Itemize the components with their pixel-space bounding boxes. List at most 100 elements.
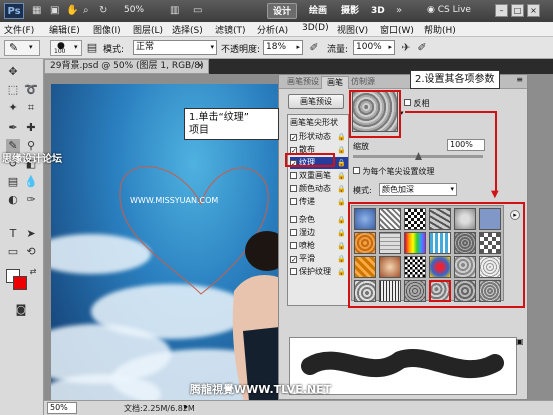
arrange-documents-icon[interactable]: ▥ (170, 4, 179, 18)
minibridge-icon[interactable]: ▣ (50, 4, 59, 18)
swap-colors-icon[interactable]: ⇄ (26, 265, 40, 279)
zoom-tool-icon[interactable]: ⌕ (83, 4, 89, 18)
mode-select[interactable]: 正常 ▾ (133, 40, 217, 55)
panel-menu-icon[interactable]: ≡ (516, 75, 523, 84)
hand-tool-icon[interactable]: ✋ (66, 4, 78, 18)
crop-tool-icon[interactable]: ⌗ (24, 101, 38, 115)
type-tool-icon[interactable]: T (6, 227, 20, 241)
workspace-3d[interactable]: 3D (366, 3, 390, 19)
brush-preset-picker[interactable]: ● 100 ▾ (50, 40, 82, 56)
pressure-size-icon[interactable]: ✐ (414, 40, 430, 56)
list-item[interactable]: ✓ 形状动态 🔒 (290, 131, 348, 143)
scale-slider-knob[interactable] (415, 152, 422, 160)
more-workspaces-icon[interactable]: » (396, 4, 402, 18)
airbrush-icon[interactable]: ✈ (398, 40, 414, 56)
lock-icon[interactable]: 🔒 (337, 214, 346, 226)
maximize-button[interactable]: □ (511, 4, 524, 17)
tab-brush[interactable]: 画笔 (321, 76, 349, 89)
list-item[interactable]: 保护纹理 🔒 (290, 266, 348, 278)
pressure-opacity-icon[interactable]: ✐ (306, 40, 322, 56)
list-item[interactable]: 喷枪 🔒 (290, 240, 348, 252)
cs-live-button[interactable]: ◉ CS Live (427, 5, 471, 15)
scale-field[interactable]: 100% (447, 139, 485, 151)
path-select-tool-icon[interactable]: ➤ (24, 227, 38, 241)
lock-icon[interactable]: 🔒 (337, 227, 346, 239)
quick-mask-icon[interactable]: ◙ (14, 303, 28, 317)
background-color-swatch[interactable] (13, 276, 27, 290)
bridge-icon[interactable]: ▦ (32, 4, 41, 18)
texture-each-tip-option[interactable]: 为每个笔尖设置纹理 (353, 166, 435, 177)
lock-icon[interactable]: 🔒 (337, 170, 346, 182)
checkbox[interactable] (290, 172, 297, 179)
list-item[interactable]: 传递 🔒 (290, 196, 348, 208)
menu-window[interactable]: 窗口(W) (380, 23, 414, 36)
list-item[interactable]: 双重画笔 🔒 (290, 170, 348, 182)
tool-preset-picker[interactable]: ✎ ▾ (4, 40, 40, 56)
invert-option[interactable]: 反相 (404, 98, 430, 109)
menu-view[interactable]: 视图(V) (337, 23, 368, 36)
list-item[interactable]: 颜色动态 🔒 (290, 183, 348, 195)
close-icon[interactable]: × (196, 60, 204, 73)
checkbox[interactable] (290, 242, 297, 249)
list-item[interactable]: 湿边 🔒 (290, 227, 348, 239)
shape-tool-icon[interactable]: ▭ (6, 245, 20, 259)
blur-tool-icon[interactable]: 💧 (24, 175, 38, 189)
menu-edit[interactable]: 编辑(E) (49, 23, 80, 36)
gradient-tool-icon[interactable]: ▤ (6, 175, 20, 189)
scale-slider[interactable] (353, 152, 483, 160)
new-brush-icon[interactable]: ▣ (516, 337, 524, 346)
rotate-view-icon[interactable]: ↻ (99, 4, 107, 18)
lock-icon[interactable]: 🔒 (337, 157, 346, 169)
pen-tool-icon[interactable]: ✑ (24, 193, 38, 207)
each-tip-checkbox[interactable] (353, 167, 360, 174)
invert-checkbox[interactable] (404, 99, 411, 106)
close-button[interactable]: × (527, 4, 540, 17)
menu-select[interactable]: 选择(S) (172, 23, 203, 36)
menu-file[interactable]: 文件(F) (4, 23, 34, 36)
checkbox[interactable]: ✓ (290, 256, 297, 264)
dodge-tool-icon[interactable]: ◐ (6, 193, 20, 207)
menu-3d[interactable]: 3D(D) (302, 23, 329, 33)
zoom-level[interactable]: 50% (124, 5, 144, 15)
list-item[interactable]: 杂色 🔒 (290, 214, 348, 226)
checkbox[interactable]: ✓ (290, 134, 297, 142)
workspace-painting[interactable]: 绘画 (304, 3, 332, 19)
menu-filter[interactable]: 滤镜(T) (215, 23, 246, 36)
checkbox[interactable] (290, 229, 297, 236)
eyedropper-tool-icon[interactable]: ✒ (6, 121, 20, 135)
healing-tool-icon[interactable]: ✚ (24, 121, 38, 135)
flow-field[interactable]: 100% ▸ (353, 40, 395, 55)
brush-presets-button[interactable]: 画笔预设 (288, 94, 344, 109)
texture-mode-select[interactable]: 颜色加深 ▾ (379, 183, 457, 196)
tab-brush-presets[interactable]: 画笔预设 (282, 76, 324, 89)
checkbox[interactable] (290, 216, 297, 223)
checkbox[interactable] (290, 198, 297, 205)
lock-icon[interactable]: 🔒 (337, 131, 346, 143)
menu-help[interactable]: 帮助(H) (424, 23, 456, 36)
tab-clone-source[interactable]: 仿制源 (346, 76, 380, 89)
menu-analysis[interactable]: 分析(A) (257, 23, 288, 36)
menu-image[interactable]: 图像(I) (93, 23, 121, 36)
quick-select-tool-icon[interactable]: ✦ (6, 101, 20, 115)
chevron-right-icon[interactable]: ▸ (184, 402, 188, 411)
menu-layer[interactable]: 图层(L) (133, 23, 163, 36)
checkbox[interactable] (290, 268, 297, 275)
toggle-brush-panel-icon[interactable]: ▤ (84, 40, 100, 56)
screen-mode-icon[interactable]: ▭ (193, 4, 202, 18)
brush-tip-shape-item[interactable]: 画笔笔尖形状 (290, 117, 348, 129)
lock-icon[interactable]: 🔒 (337, 266, 346, 278)
lock-icon[interactable]: 🔒 (337, 240, 346, 252)
document-tab[interactable]: 29背景.psd @ 50% (图层 1, RGB/8) * × (44, 59, 209, 84)
lock-icon[interactable]: 🔒 (337, 144, 346, 156)
3d-rotate-tool-icon[interactable]: ⟲ (24, 245, 38, 259)
opacity-field[interactable]: 18% ▸ (263, 40, 303, 55)
checkbox[interactable] (290, 185, 297, 192)
lasso-tool-icon[interactable]: ➰ (24, 83, 38, 97)
workspace-design[interactable]: 设计 (267, 3, 298, 19)
workspace-photography[interactable]: 摄影 (336, 3, 364, 19)
lock-icon[interactable]: 🔒 (337, 183, 346, 195)
move-tool-icon[interactable]: ✥ (6, 65, 20, 79)
lock-icon[interactable]: 🔒 (337, 196, 346, 208)
list-item[interactable]: ✓ 平滑 🔒 (290, 253, 348, 265)
status-zoom-field[interactable]: 50% (47, 402, 77, 414)
